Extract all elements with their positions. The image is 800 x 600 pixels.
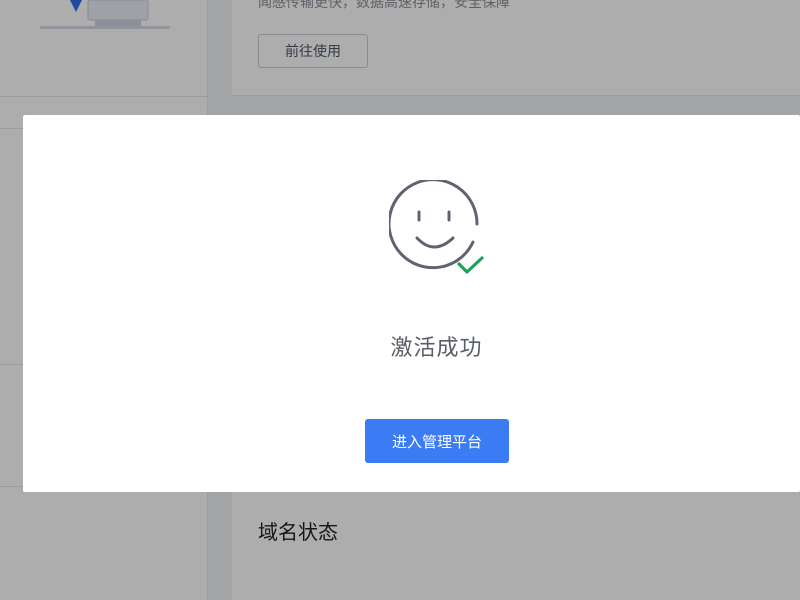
success-title: 激活成功 (390, 336, 483, 361)
enter-management-platform-button[interactable]: 进入管理平台 (365, 419, 509, 463)
page: 闻感传输更快，数据高速存储，安全保障 前往使用 域名状态 激活成功 进入管理平台 (0, 0, 800, 600)
smiley-check-icon (389, 180, 484, 274)
